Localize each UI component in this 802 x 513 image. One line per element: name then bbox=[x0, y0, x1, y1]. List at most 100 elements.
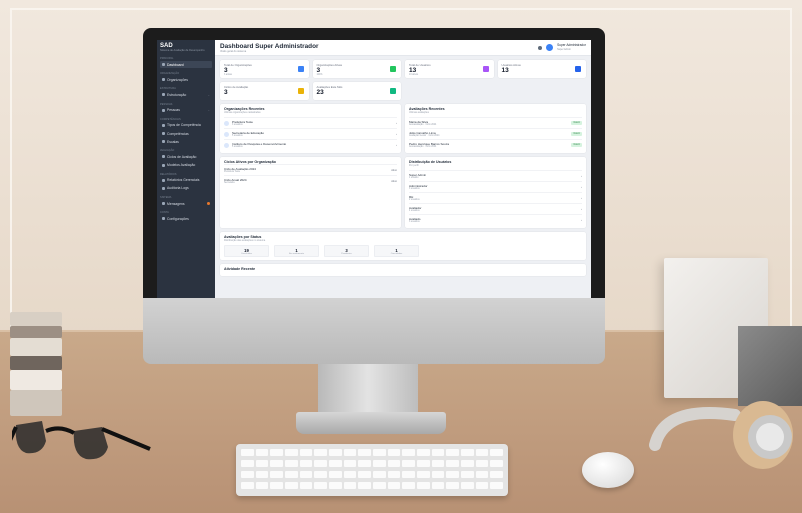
users-list: Super Admin 1 usuário › Administrador 3 usuá… bbox=[409, 170, 582, 225]
chevron-right-icon: › bbox=[396, 132, 397, 136]
list-item[interactable]: RH 2 usuários › bbox=[409, 192, 582, 203]
keyboard-key bbox=[314, 471, 327, 478]
stat-card[interactable]: Ciclos de Avaliação 3 bbox=[220, 82, 309, 100]
user-check-icon bbox=[575, 66, 581, 72]
sidebar-item[interactable]: Estruturação ⌄ bbox=[160, 91, 212, 98]
keyboard-key bbox=[270, 482, 283, 489]
list-item[interactable]: Secretaria de Educação 5 usuários › bbox=[224, 128, 397, 139]
list-item[interactable]: Super Admin 1 usuário › bbox=[409, 170, 582, 181]
list-item[interactable]: Prefeitura Teste 3 usuários › bbox=[224, 117, 397, 128]
keyboard-key bbox=[343, 460, 357, 467]
building-icon bbox=[162, 78, 165, 82]
status-label: Em andamento bbox=[289, 252, 304, 255]
stat-value: 23 bbox=[316, 88, 324, 96]
stat-card[interactable]: Usuários Ativos 13 bbox=[497, 60, 586, 78]
org-list: Prefeitura Teste 3 usuários › Secretaria de… bbox=[224, 117, 397, 150]
item-text: Prefeitura Teste 3 usuários bbox=[232, 120, 253, 126]
item-meta: Autoavaliação · Ciclo 2024 bbox=[409, 124, 437, 126]
keyboard-key bbox=[343, 482, 357, 489]
keyboard-key bbox=[241, 460, 254, 467]
stat-footnote: 13 ativos bbox=[409, 74, 419, 77]
list-item[interactable]: Ciclo de Avaliação 2024 Prefeitura Teste A… bbox=[224, 164, 397, 175]
list-item[interactable]: João Carvalho Lima Avaliação Gestor · Cic… bbox=[409, 128, 582, 139]
monitor-stand-base bbox=[296, 412, 446, 434]
chart-icon bbox=[162, 178, 165, 182]
item-status: Ativo bbox=[391, 168, 397, 172]
keyboard-key bbox=[358, 449, 371, 456]
keyboard-key bbox=[387, 482, 401, 489]
main-area: Dashboard Super Administrador Visão gera… bbox=[215, 40, 591, 298]
chevron-down-icon: ⌄ bbox=[207, 92, 210, 97]
stat-card[interactable]: Total de Organizações 3 3 ativas bbox=[220, 60, 309, 78]
stat-value: 3 bbox=[316, 66, 321, 74]
keyboard-key bbox=[358, 471, 371, 478]
stat-value: 3 bbox=[224, 66, 228, 74]
user-role: Super Admin bbox=[557, 47, 571, 51]
keyboard-key bbox=[490, 471, 503, 478]
stat-card[interactable]: Avaliações Este Mês 23 bbox=[312, 82, 401, 100]
sidebar-item[interactable]: Ciclos de Avaliação bbox=[160, 153, 212, 160]
item-text: Super Admin 1 usuário bbox=[409, 173, 426, 179]
sidebar-section-label: Competências bbox=[160, 117, 181, 121]
item-meta: Autoavaliação · Ciclo 2024 bbox=[409, 146, 437, 148]
list-item[interactable]: Ciclo Anual 2024 Secretaria Ativo bbox=[224, 175, 397, 186]
keyboard-key bbox=[270, 449, 283, 456]
keyboard-key bbox=[431, 460, 445, 467]
chevron-right-icon: › bbox=[581, 185, 582, 189]
keyboard-key bbox=[329, 460, 342, 467]
keyboard-key bbox=[461, 460, 474, 467]
cycles-list: Ciclo de Avaliação 2024 Prefeitura Teste A… bbox=[224, 164, 397, 186]
sidebar-item[interactable]: Organizações bbox=[160, 76, 212, 83]
item-text: Maria da Silva Autoavaliação · Ciclo 2024 bbox=[409, 120, 436, 126]
bell-icon[interactable] bbox=[538, 45, 543, 50]
keyboard bbox=[236, 444, 508, 496]
list-item[interactable]: Avaliado 3 usuários › bbox=[409, 214, 582, 225]
keyboard-key bbox=[255, 460, 269, 467]
sidebar-item[interactable]: Relatórios Gerenciais bbox=[160, 177, 212, 184]
dashboard-content: Total de Organizações 3 3 ativas Organizaçõ… bbox=[215, 56, 591, 280]
sidebar-item[interactable]: Escalas bbox=[160, 138, 212, 145]
stat-card[interactable]: Total de Usuários 13 13 ativos bbox=[405, 60, 494, 78]
sidebar-item[interactable]: Mensagens bbox=[160, 200, 212, 207]
sidebar-item[interactable]: Tipos de Competência bbox=[160, 122, 212, 129]
stat-card[interactable]: Organizações Ativas 3 100% bbox=[312, 60, 401, 78]
list-item[interactable]: Instituto de Pesquisa e Desenvolvimento 5… bbox=[224, 139, 397, 150]
keyboard-key bbox=[343, 449, 357, 456]
sidebar-item[interactable]: Competências bbox=[160, 130, 212, 137]
item-meta: Prefeitura Teste bbox=[224, 171, 241, 173]
keyboard-key bbox=[446, 482, 459, 489]
list-item[interactable]: Maria da Silva Autoavaliação · Ciclo 2024… bbox=[409, 117, 582, 128]
monitor: SAD Sistema de Avaliação de Desempenho P… bbox=[143, 28, 605, 298]
user-menu[interactable]: Super Administrador Super Admin bbox=[557, 44, 586, 51]
keyboard-key bbox=[417, 449, 430, 456]
sitemap-icon bbox=[162, 93, 165, 97]
keyboard-key bbox=[475, 460, 489, 467]
keyboard-key bbox=[417, 471, 430, 478]
item-meta: 5 usuários bbox=[232, 146, 243, 148]
sidebar-item[interactable]: Dashboard bbox=[160, 61, 212, 69]
chevron-right-icon: › bbox=[581, 218, 582, 222]
stat-footnote: 100% bbox=[316, 74, 323, 77]
list-item[interactable]: Administrador 3 usuários › bbox=[409, 181, 582, 192]
sidebar-item[interactable]: Modelos Avaliação bbox=[160, 162, 212, 169]
sidebar-item[interactable]: Configurações bbox=[160, 215, 212, 222]
keyboard-key bbox=[329, 471, 342, 478]
keyboard-key bbox=[402, 460, 415, 467]
template-icon bbox=[162, 163, 165, 167]
status-grid: 19 Concluídas 1 Em andamento 3 Pendentes 1 Canc… bbox=[224, 245, 582, 257]
keyboard-key bbox=[373, 460, 386, 467]
list-item[interactable]: Avaliador 4 usuários › bbox=[409, 203, 582, 214]
status-card: Avaliações por Status Distribuição das a… bbox=[220, 232, 586, 260]
stat-value: 13 bbox=[501, 66, 509, 74]
sidebar-item-label: Dashboard bbox=[167, 62, 184, 67]
cards-row-1: Organizações Recentes Últimas organizaçõ… bbox=[220, 104, 586, 153]
sidebar-item[interactable]: Auditoria Logs bbox=[160, 185, 212, 192]
list-item[interactable]: Pedro Henrique Barros Souza Autoavaliação… bbox=[409, 139, 582, 150]
sidebar-item[interactable]: Pessoas ⌄ bbox=[160, 107, 212, 114]
status-badge: Concl. bbox=[571, 121, 582, 125]
item-text: RH 2 usuários bbox=[409, 195, 420, 201]
keyboard-key bbox=[299, 449, 313, 456]
card-subtitle: Últimas organizações cadastradas bbox=[224, 111, 261, 114]
avatar[interactable] bbox=[546, 44, 554, 51]
user-area: Super Administrador Super Admin bbox=[538, 44, 586, 51]
